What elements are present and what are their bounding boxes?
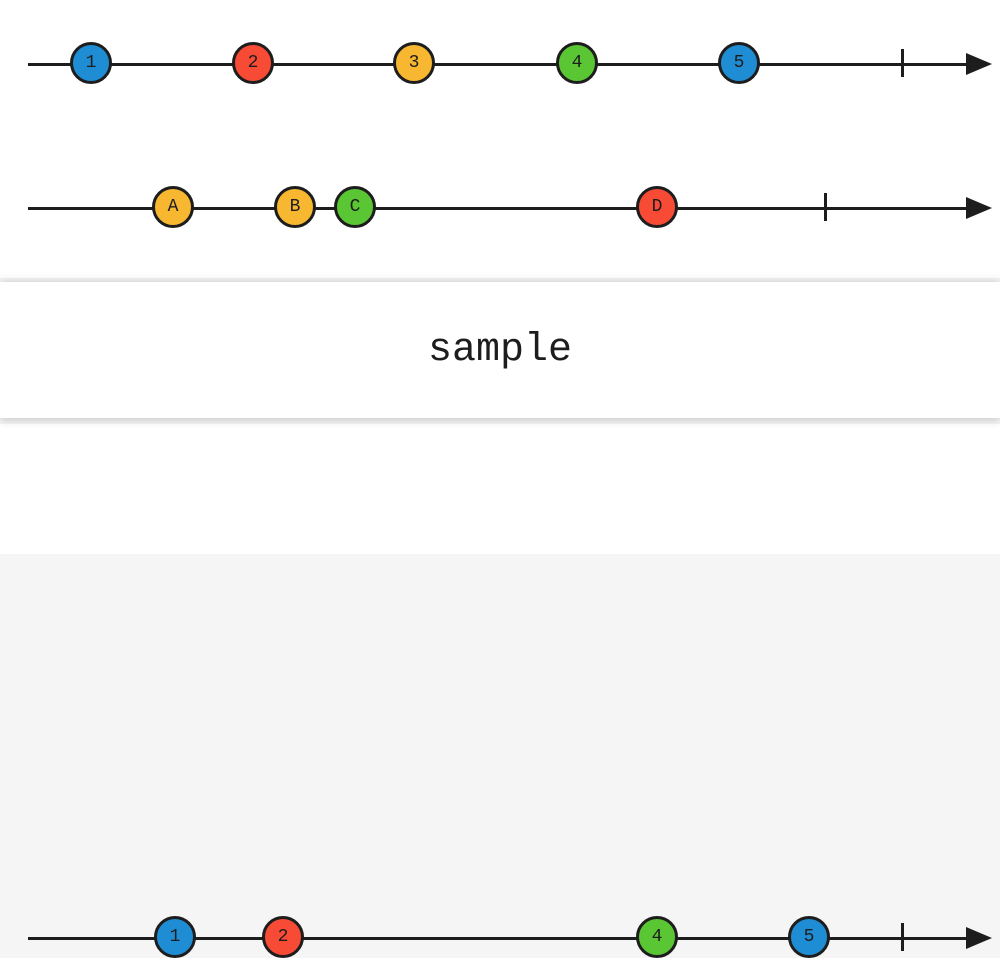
complete-tick — [901, 923, 904, 951]
marble: 1 — [154, 916, 196, 958]
operator-label: sample — [428, 328, 572, 373]
arrow-icon — [966, 927, 992, 949]
arrow-icon — [966, 53, 992, 75]
axis-line — [28, 63, 972, 66]
top-panel: 1 2 3 4 5 A B C D — [0, 0, 1000, 278]
complete-tick — [901, 49, 904, 77]
marble: A — [152, 186, 194, 228]
marble: 5 — [718, 42, 760, 84]
marble: 5 — [788, 916, 830, 958]
marble: B — [274, 186, 316, 228]
arrow-icon — [966, 197, 992, 219]
complete-tick — [824, 193, 827, 221]
bottom-panel: 1 2 4 5 — [0, 424, 1000, 554]
marble: 4 — [636, 916, 678, 958]
operator-panel: sample — [0, 282, 1000, 418]
marble: 3 — [393, 42, 435, 84]
marble: D — [636, 186, 678, 228]
marble: C — [334, 186, 376, 228]
marble: 2 — [232, 42, 274, 84]
marble: 1 — [70, 42, 112, 84]
marble: 2 — [262, 916, 304, 958]
marble: 4 — [556, 42, 598, 84]
